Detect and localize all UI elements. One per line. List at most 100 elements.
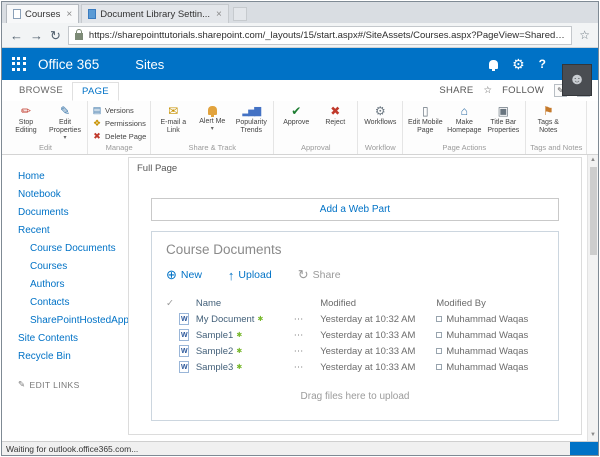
upload-button[interactable]: ↑ Upload: [228, 268, 272, 283]
sidebar-item-courses[interactable]: Courses: [2, 257, 128, 275]
email-link-button[interactable]: ✉ E-mail a Link: [155, 103, 191, 135]
user-avatar[interactable]: ☻: [562, 64, 592, 96]
modified-by-link[interactable]: Muhammad Waqas: [446, 346, 528, 357]
document-link[interactable]: Sample3: [196, 362, 234, 373]
sidebar-item-recent[interactable]: Recent: [2, 221, 128, 239]
back-icon[interactable]: ←: [10, 29, 23, 42]
sidebar-item-course-documents[interactable]: Course Documents: [2, 239, 128, 257]
vertical-scrollbar[interactable]: ▲ ▼: [587, 155, 598, 441]
sites-title[interactable]: Sites: [135, 57, 164, 72]
browser-tab-strip: Courses × Document Library Settin... ×: [2, 2, 598, 23]
new-button[interactable]: ⊕ New: [166, 267, 202, 283]
tab-title: Document Library Settin...: [100, 9, 210, 20]
modified-by-column-header[interactable]: Modified By: [436, 298, 544, 309]
sidebar-item-authors[interactable]: Authors: [2, 275, 128, 293]
add-web-part-button[interactable]: Add a Web Part: [151, 198, 559, 221]
settings-gear-icon[interactable]: ⚙: [512, 56, 525, 73]
title-bar-properties-button[interactable]: ▣ Title Bar Properties: [485, 103, 521, 135]
ribbon-group-label: Manage: [92, 142, 146, 154]
sidebar-item-sharepointhostedapp[interactable]: SharePointHostedApp: [2, 311, 128, 329]
document-link[interactable]: Sample1: [196, 330, 234, 341]
share-button[interactable]: ↻ Share: [298, 267, 341, 283]
forward-icon[interactable]: →: [30, 29, 43, 42]
sidebar-item-notebook[interactable]: Notebook: [2, 185, 128, 203]
select-all-check-icon[interactable]: ✓: [166, 298, 179, 309]
modified-by-link[interactable]: Muhammad Waqas: [446, 330, 528, 341]
table-row[interactable]: W Sample2 ✱ ⋯ Yesterday at 10:33 AM Muha…: [166, 343, 544, 359]
ellipsis-menu-icon[interactable]: ⋯: [294, 346, 305, 357]
ribbon-tab-page[interactable]: PAGE: [72, 82, 119, 101]
ribbon-group-label: Tags and Notes: [530, 142, 582, 154]
close-tab-icon[interactable]: ×: [216, 9, 222, 20]
sidebar-item-site-contents[interactable]: Site Contents: [2, 329, 128, 347]
browser-window: Courses × Document Library Settin... × ←…: [1, 1, 599, 456]
button-label: Reject: [325, 119, 345, 127]
scroll-up-icon[interactable]: ▲: [588, 155, 598, 166]
ribbon-tab-row: BROWSE PAGE SHARE ☆ FOLLOW ✎: [2, 80, 598, 101]
sidebar-item-home[interactable]: Home: [2, 167, 128, 185]
edit-mobile-page-button[interactable]: ▯ Edit Mobile Page: [407, 103, 443, 135]
ellipsis-menu-icon[interactable]: ⋯: [294, 314, 305, 325]
sidebar-item-documents[interactable]: Documents: [2, 203, 128, 221]
reject-button[interactable]: ✖ Reject: [317, 103, 353, 127]
ellipsis-menu-icon[interactable]: ⋯: [294, 362, 305, 373]
button-label: E-mail a Link: [155, 119, 191, 135]
favorite-star-icon[interactable]: ☆: [579, 28, 590, 42]
ribbon-group-label: Share & Track: [155, 142, 269, 154]
follow-button[interactable]: FOLLOW: [502, 85, 544, 96]
app-launcher-icon[interactable]: [2, 48, 36, 80]
new-badge-icon: ✱: [236, 363, 242, 371]
ribbon-tab-browse[interactable]: BROWSE: [10, 82, 72, 99]
help-icon[interactable]: ?: [539, 57, 546, 71]
title-bar-icon: ▣: [498, 104, 509, 119]
modified-cell: Yesterday at 10:33 AM: [320, 346, 436, 357]
delete-page-button[interactable]: ✖ Delete Page: [92, 131, 146, 142]
tags-notes-button[interactable]: ⚑ Tags & Notes: [530, 103, 566, 135]
document-link[interactable]: Sample2: [196, 346, 234, 357]
approve-button[interactable]: ✔ Approve: [278, 103, 314, 127]
approve-check-icon: ✔: [291, 104, 301, 119]
sidebar-item-contacts[interactable]: Contacts: [2, 293, 128, 311]
office365-brand[interactable]: Office 365: [38, 57, 99, 72]
permissions-button[interactable]: ❖ Permissions: [92, 118, 146, 129]
workflows-icon: ⚙: [375, 104, 386, 119]
name-column-header[interactable]: Name: [196, 298, 320, 309]
share-button[interactable]: SHARE: [439, 85, 473, 96]
scroll-down-icon[interactable]: ▼: [588, 430, 598, 441]
workflows-button[interactable]: ⚙ Workflows: [362, 103, 398, 127]
edit-links-button[interactable]: ✎ EDIT LINKS: [2, 379, 128, 390]
button-label: Stop Editing: [8, 119, 44, 135]
modified-by-link[interactable]: Muhammad Waqas: [446, 362, 528, 373]
stop-editing-button[interactable]: ✏ Stop Editing: [8, 103, 44, 135]
button-label: Edit Mobile Page: [407, 119, 443, 135]
scrollbar-thumb[interactable]: [590, 167, 597, 255]
sidebar-item-recycle-bin[interactable]: Recycle Bin: [2, 347, 128, 365]
popularity-trends-button[interactable]: ▂▅▇ Popularity Trends: [233, 103, 269, 135]
follow-star-icon: ☆: [484, 85, 493, 96]
table-row[interactable]: W Sample1 ✱ ⋯ Yesterday at 10:33 AM Muha…: [166, 327, 544, 343]
button-label: Tags & Notes: [530, 119, 566, 135]
make-homepage-button[interactable]: ⌂ Make Homepage: [446, 103, 482, 135]
modified-by-link[interactable]: Muhammad Waqas: [446, 314, 528, 325]
document-link[interactable]: My Document: [196, 314, 255, 325]
versions-button[interactable]: ▤ Versions: [92, 105, 146, 116]
url-text[interactable]: https://sharepointtutorials.sharepoint.c…: [89, 30, 565, 41]
edit-properties-button[interactable]: ✎ Edit Properties ▾: [47, 103, 83, 142]
table-row[interactable]: W My Document ✱ ⋯ Yesterday at 10:32 AM …: [166, 311, 544, 327]
drag-files-dropzone[interactable]: Drag files here to upload: [166, 375, 544, 420]
command-label: New: [181, 269, 202, 281]
browser-tab-courses[interactable]: Courses ×: [6, 4, 79, 23]
modified-column-header[interactable]: Modified: [320, 298, 436, 309]
stop-editing-icon: ✏: [21, 104, 31, 119]
close-tab-icon[interactable]: ×: [66, 9, 72, 20]
address-bar[interactable]: https://sharepointtutorials.sharepoint.c…: [68, 26, 572, 45]
alert-me-button[interactable]: Alert Me ▾: [194, 103, 230, 133]
sync-icon: ↻: [298, 267, 309, 283]
browser-tab-doc-library-settings[interactable]: Document Library Settin... ×: [81, 4, 229, 23]
suite-icons: ⚙ ?: [489, 56, 546, 73]
ellipsis-menu-icon[interactable]: ⋯: [294, 330, 305, 341]
refresh-icon[interactable]: ↻: [50, 29, 61, 42]
notifications-bell-icon[interactable]: [489, 60, 498, 69]
new-tab-button[interactable]: [233, 7, 247, 21]
table-row[interactable]: W Sample3 ✱ ⋯ Yesterday at 10:33 AM Muha…: [166, 359, 544, 375]
